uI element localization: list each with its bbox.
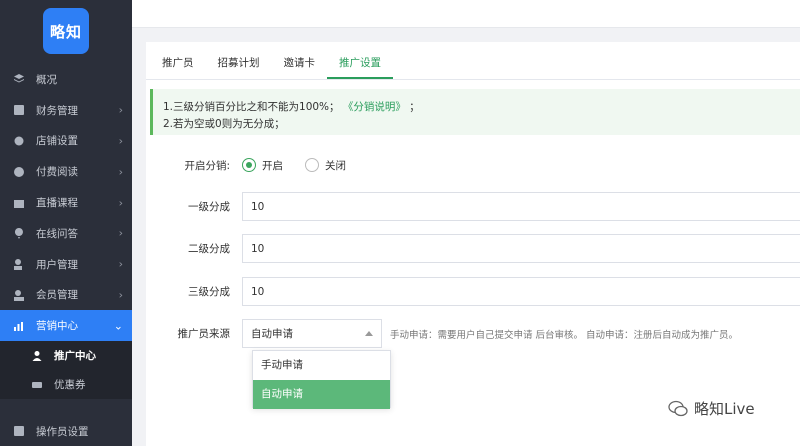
tab-bar: 推广员 招募计划 邀请卡 推广设置: [146, 42, 800, 80]
promoter-source-dropdown: 手动申请 自动申请: [252, 350, 391, 409]
promoter-source-value: 自动申请: [251, 328, 293, 340]
chevron-right-icon: ›: [118, 165, 123, 179]
level2-label: 二级分成: [188, 243, 230, 255]
sidebar-item-label: 概况: [36, 73, 57, 86]
level3-label: 三级分成: [188, 286, 230, 298]
sidebar-item-shop-settings[interactable]: 店铺设置 ›: [0, 126, 132, 157]
sidebar-item-label: 付费阅读: [36, 166, 78, 179]
caret-up-icon: [365, 331, 373, 336]
sidebar-item-marketing-center[interactable]: 营销中心 ⌄: [0, 310, 132, 342]
logo-area: 略知: [0, 0, 132, 62]
sidebar-submenu: 推广中心 优惠券: [0, 341, 132, 400]
level3-input[interactable]: 10: [242, 277, 800, 306]
level2-row: 二级分成 10: [146, 234, 800, 263]
sidebar-item-paid-reading[interactable]: 付费阅读 ›: [0, 156, 132, 187]
notice-line-1-suffix: ；: [409, 101, 420, 113]
live-icon: [12, 196, 26, 210]
option-manual-apply[interactable]: 手动申请: [253, 351, 390, 380]
sidebar-item-label: 用户管理: [36, 258, 78, 271]
gear-icon: [12, 134, 26, 148]
radio-unchecked-icon: [305, 158, 319, 172]
chevron-down-icon: ⌄: [113, 319, 123, 333]
notice-line-2: 2.若为空或0则为无分成；: [163, 118, 285, 130]
sidebar-subitem-coupon[interactable]: 优惠券: [0, 370, 132, 399]
chevron-right-icon: ›: [118, 226, 123, 240]
qa-icon: [12, 226, 26, 240]
radio-checked-icon: [242, 158, 256, 172]
chevron-right-icon: ›: [118, 103, 123, 117]
layers-icon: [12, 72, 26, 86]
enable-distribution-label: 开启分销:: [184, 159, 230, 172]
sidebar-item-label: 直播课程: [36, 197, 78, 210]
coupon-icon: [30, 378, 44, 392]
sidebar-item-label: 店铺设置: [36, 135, 78, 148]
sidebar-subitem-label: 推广中心: [54, 350, 96, 363]
sidebar-item-finance[interactable]: 财务管理 ›: [0, 95, 132, 126]
promoter-source-label: 推广员来源: [177, 328, 231, 340]
chevron-right-icon: ›: [118, 196, 123, 210]
notice-box: 1.三级分销百分比之和不能为100%； 《分销说明》 ； 2.若为空或0则为无分…: [150, 89, 800, 135]
tab-invite-card[interactable]: 邀请卡: [272, 55, 328, 79]
chart-icon: [12, 319, 26, 333]
top-bar: [132, 0, 800, 28]
level3-row: 三级分成 10: [146, 277, 800, 306]
sidebar-item-label: 财务管理: [36, 104, 78, 117]
chevron-right-icon: ›: [118, 257, 123, 271]
chevron-right-icon: ›: [118, 288, 123, 302]
enable-distribution-row: 开启分销: 开启 关闭: [146, 154, 368, 176]
sidebar-item-online-qa[interactable]: 在线问答 ›: [0, 218, 132, 249]
sidebar-menu: 概况 财务管理 › 店铺设置 › 付费阅读 › 直播课程 › 在线问答 › 用户…: [0, 64, 132, 400]
wechat-icon: [668, 400, 688, 416]
radio-disable-label: 关闭: [325, 159, 346, 172]
sidebar-item-user-management[interactable]: 用户管理 ›: [0, 249, 132, 280]
sidebar-subitem-label: 优惠券: [54, 379, 86, 392]
sidebar: 略知 概况 财务管理 › 店铺设置 › 付费阅读 › 直播课程 › 在线问答 ›…: [0, 0, 132, 446]
level1-input[interactable]: 10: [242, 192, 800, 221]
tab-promoters[interactable]: 推广员: [150, 55, 206, 79]
radio-enable-label: 开启: [262, 159, 283, 172]
sidebar-item-overview[interactable]: 概况: [0, 64, 132, 95]
level1-row: 一级分成 10: [146, 192, 800, 221]
operator-icon: [12, 424, 26, 438]
distribution-info-link[interactable]: 《分销说明》: [343, 101, 406, 113]
finance-icon: [12, 103, 26, 117]
promoter-source-hint: 手动申请：需要用户自己提交申请 后台审核。 自动申请：注册后自动成为推广员。: [390, 329, 739, 341]
chevron-right-icon: ›: [118, 134, 123, 148]
level1-label: 一级分成: [188, 201, 230, 213]
radio-enable[interactable]: 开启: [242, 158, 283, 173]
logo[interactable]: 略知: [43, 8, 89, 54]
tab-recruit-plan[interactable]: 招募计划: [206, 55, 272, 79]
radio-disable[interactable]: 关闭: [305, 158, 346, 173]
sidebar-item-member-management[interactable]: 会员管理 ›: [0, 280, 132, 311]
person-icon: [30, 349, 44, 363]
sidebar-item-live-course[interactable]: 直播课程 ›: [0, 187, 132, 218]
watermark-text: 略知Live: [694, 400, 755, 418]
sidebar-item-label: 会员管理: [36, 289, 78, 302]
notice-line-1-prefix: 1.三级分销百分比之和不能为100%；: [163, 101, 340, 113]
member-icon: [12, 288, 26, 302]
user-icon: [12, 257, 26, 271]
sidebar-item-label: 在线问答: [36, 227, 78, 240]
sidebar-item-label: 操作员设置: [36, 425, 89, 438]
option-auto-apply[interactable]: 自动申请: [253, 380, 390, 409]
promoter-source-row: 推广员来源 自动申请 手动申请：需要用户自己提交申请 后台审核。 自动申请：注册…: [146, 319, 738, 348]
sidebar-item-operator-settings[interactable]: 操作员设置: [0, 416, 132, 446]
promoter-source-select[interactable]: 自动申请: [242, 319, 382, 348]
main-card: 推广员 招募计划 邀请卡 推广设置 1.三级分销百分比之和不能为100%； 《分…: [146, 42, 800, 446]
sidebar-subitem-promotion-center[interactable]: 推广中心: [0, 341, 132, 370]
sidebar-item-label: 营销中心: [36, 320, 78, 333]
tab-promotion-settings[interactable]: 推广设置: [327, 55, 393, 79]
notice-line-1: 1.三级分销百分比之和不能为100%； 《分销说明》 ；: [163, 99, 790, 116]
read-icon: [12, 165, 26, 179]
level2-input[interactable]: 10: [242, 234, 800, 263]
watermark: 略知Live: [668, 398, 755, 419]
